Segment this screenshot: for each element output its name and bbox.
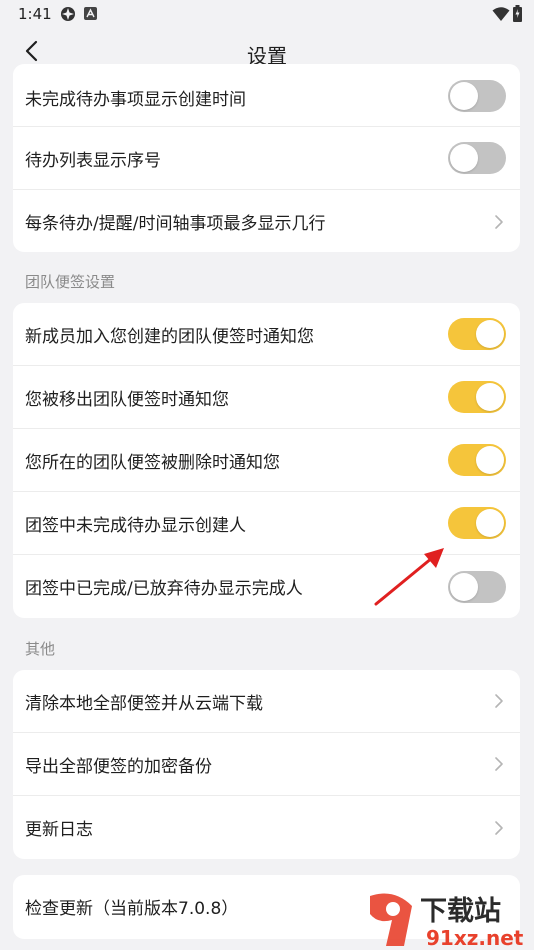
wifi-icon bbox=[492, 7, 510, 21]
toggle-knob bbox=[476, 383, 504, 411]
setting-label: 检查更新（当前版本7.0.8） bbox=[25, 899, 239, 919]
section-title-team-notes: 团队便签设置 bbox=[25, 273, 116, 291]
setting-label: 每条待办/提醒/时间轴事项最多显示几行 bbox=[25, 214, 326, 234]
toggle-show-index[interactable] bbox=[448, 142, 506, 174]
toggle-show-completer[interactable] bbox=[448, 570, 506, 603]
chevron-right-icon bbox=[495, 820, 503, 835]
setting-row: 团签中已完成/已放弃待办显示完成人 bbox=[13, 555, 520, 618]
chevron-right-icon bbox=[495, 694, 503, 708]
toggle-show-creator[interactable] bbox=[448, 507, 506, 539]
setting-row: 团签中未完成待办显示创建人 bbox=[13, 492, 520, 555]
chevron-right-icon bbox=[495, 214, 503, 229]
toggle-knob bbox=[476, 509, 504, 537]
toggle-knob bbox=[450, 572, 478, 601]
setting-row: 未完成待办事项显示创建时间 bbox=[13, 64, 520, 127]
status-time: 1:41 bbox=[18, 5, 52, 23]
setting-label: 导出全部便签的加密备份 bbox=[25, 756, 212, 777]
setting-row: 您被移出团队便签时通知您 bbox=[13, 366, 520, 429]
setting-label: 新成员加入您创建的团队便签时通知您 bbox=[25, 326, 314, 347]
row-export-backup[interactable]: 导出全部便签的加密备份 bbox=[13, 733, 520, 796]
toggle-removed-notify[interactable] bbox=[448, 381, 506, 413]
battery-icon bbox=[513, 5, 522, 22]
toggle-new-member-notify[interactable] bbox=[448, 318, 506, 350]
toggle-knob bbox=[450, 82, 478, 110]
watermark-logo: 下载站 91xz.net bbox=[370, 893, 524, 950]
chevron-right-icon bbox=[495, 757, 503, 771]
setting-row: 您所在的团队便签被删除时通知您 bbox=[13, 429, 520, 492]
toggle-knob bbox=[450, 144, 478, 172]
section-title-other: 其他 bbox=[25, 640, 56, 658]
toggle-deleted-notify[interactable] bbox=[448, 444, 506, 476]
team-notes-card: 新成员加入您创建的团队便签时通知您 您被移出团队便签时通知您 您所在的团队便签被… bbox=[13, 303, 520, 618]
setting-label: 更新日志 bbox=[25, 820, 93, 840]
setting-row-max-lines[interactable]: 每条待办/提醒/时间轴事项最多显示几行 bbox=[13, 190, 520, 252]
setting-label: 待办列表显示序号 bbox=[25, 150, 161, 171]
setting-label: 团签中已完成/已放弃待办显示完成人 bbox=[25, 579, 303, 599]
setting-label: 未完成待办事项显示创建时间 bbox=[25, 90, 246, 110]
setting-label: 您被移出团队便签时通知您 bbox=[25, 389, 229, 410]
toggle-knob bbox=[476, 446, 504, 474]
svg-text:下载站: 下载站 bbox=[420, 896, 501, 927]
svg-text:91xz.net: 91xz.net bbox=[426, 926, 524, 950]
toggle-knob bbox=[476, 320, 504, 348]
watermark: 下载站 91xz.net bbox=[360, 888, 534, 950]
row-changelog[interactable]: 更新日志 bbox=[13, 796, 520, 859]
other-card: 清除本地全部便签并从云端下载 导出全部便签的加密备份 更新日志 bbox=[13, 670, 520, 859]
status-bar: 1:41 bbox=[0, 0, 534, 30]
setting-label: 您所在的团队便签被删除时通知您 bbox=[25, 452, 280, 473]
app-notification-icon bbox=[61, 7, 75, 21]
setting-label: 清除本地全部便签并从云端下载 bbox=[25, 693, 263, 714]
display-settings-card: 未完成待办事项显示创建时间 待办列表显示序号 每条待办/提醒/时间轴事项最多显示… bbox=[13, 64, 520, 252]
setting-row: 待办列表显示序号 bbox=[13, 127, 520, 190]
text-notification-icon bbox=[84, 7, 97, 20]
row-clear-and-download[interactable]: 清除本地全部便签并从云端下载 bbox=[13, 670, 520, 733]
toggle-show-created-time[interactable] bbox=[448, 80, 506, 112]
setting-row: 新成员加入您创建的团队便签时通知您 bbox=[13, 303, 520, 366]
setting-label: 团签中未完成待办显示创建人 bbox=[25, 515, 246, 536]
